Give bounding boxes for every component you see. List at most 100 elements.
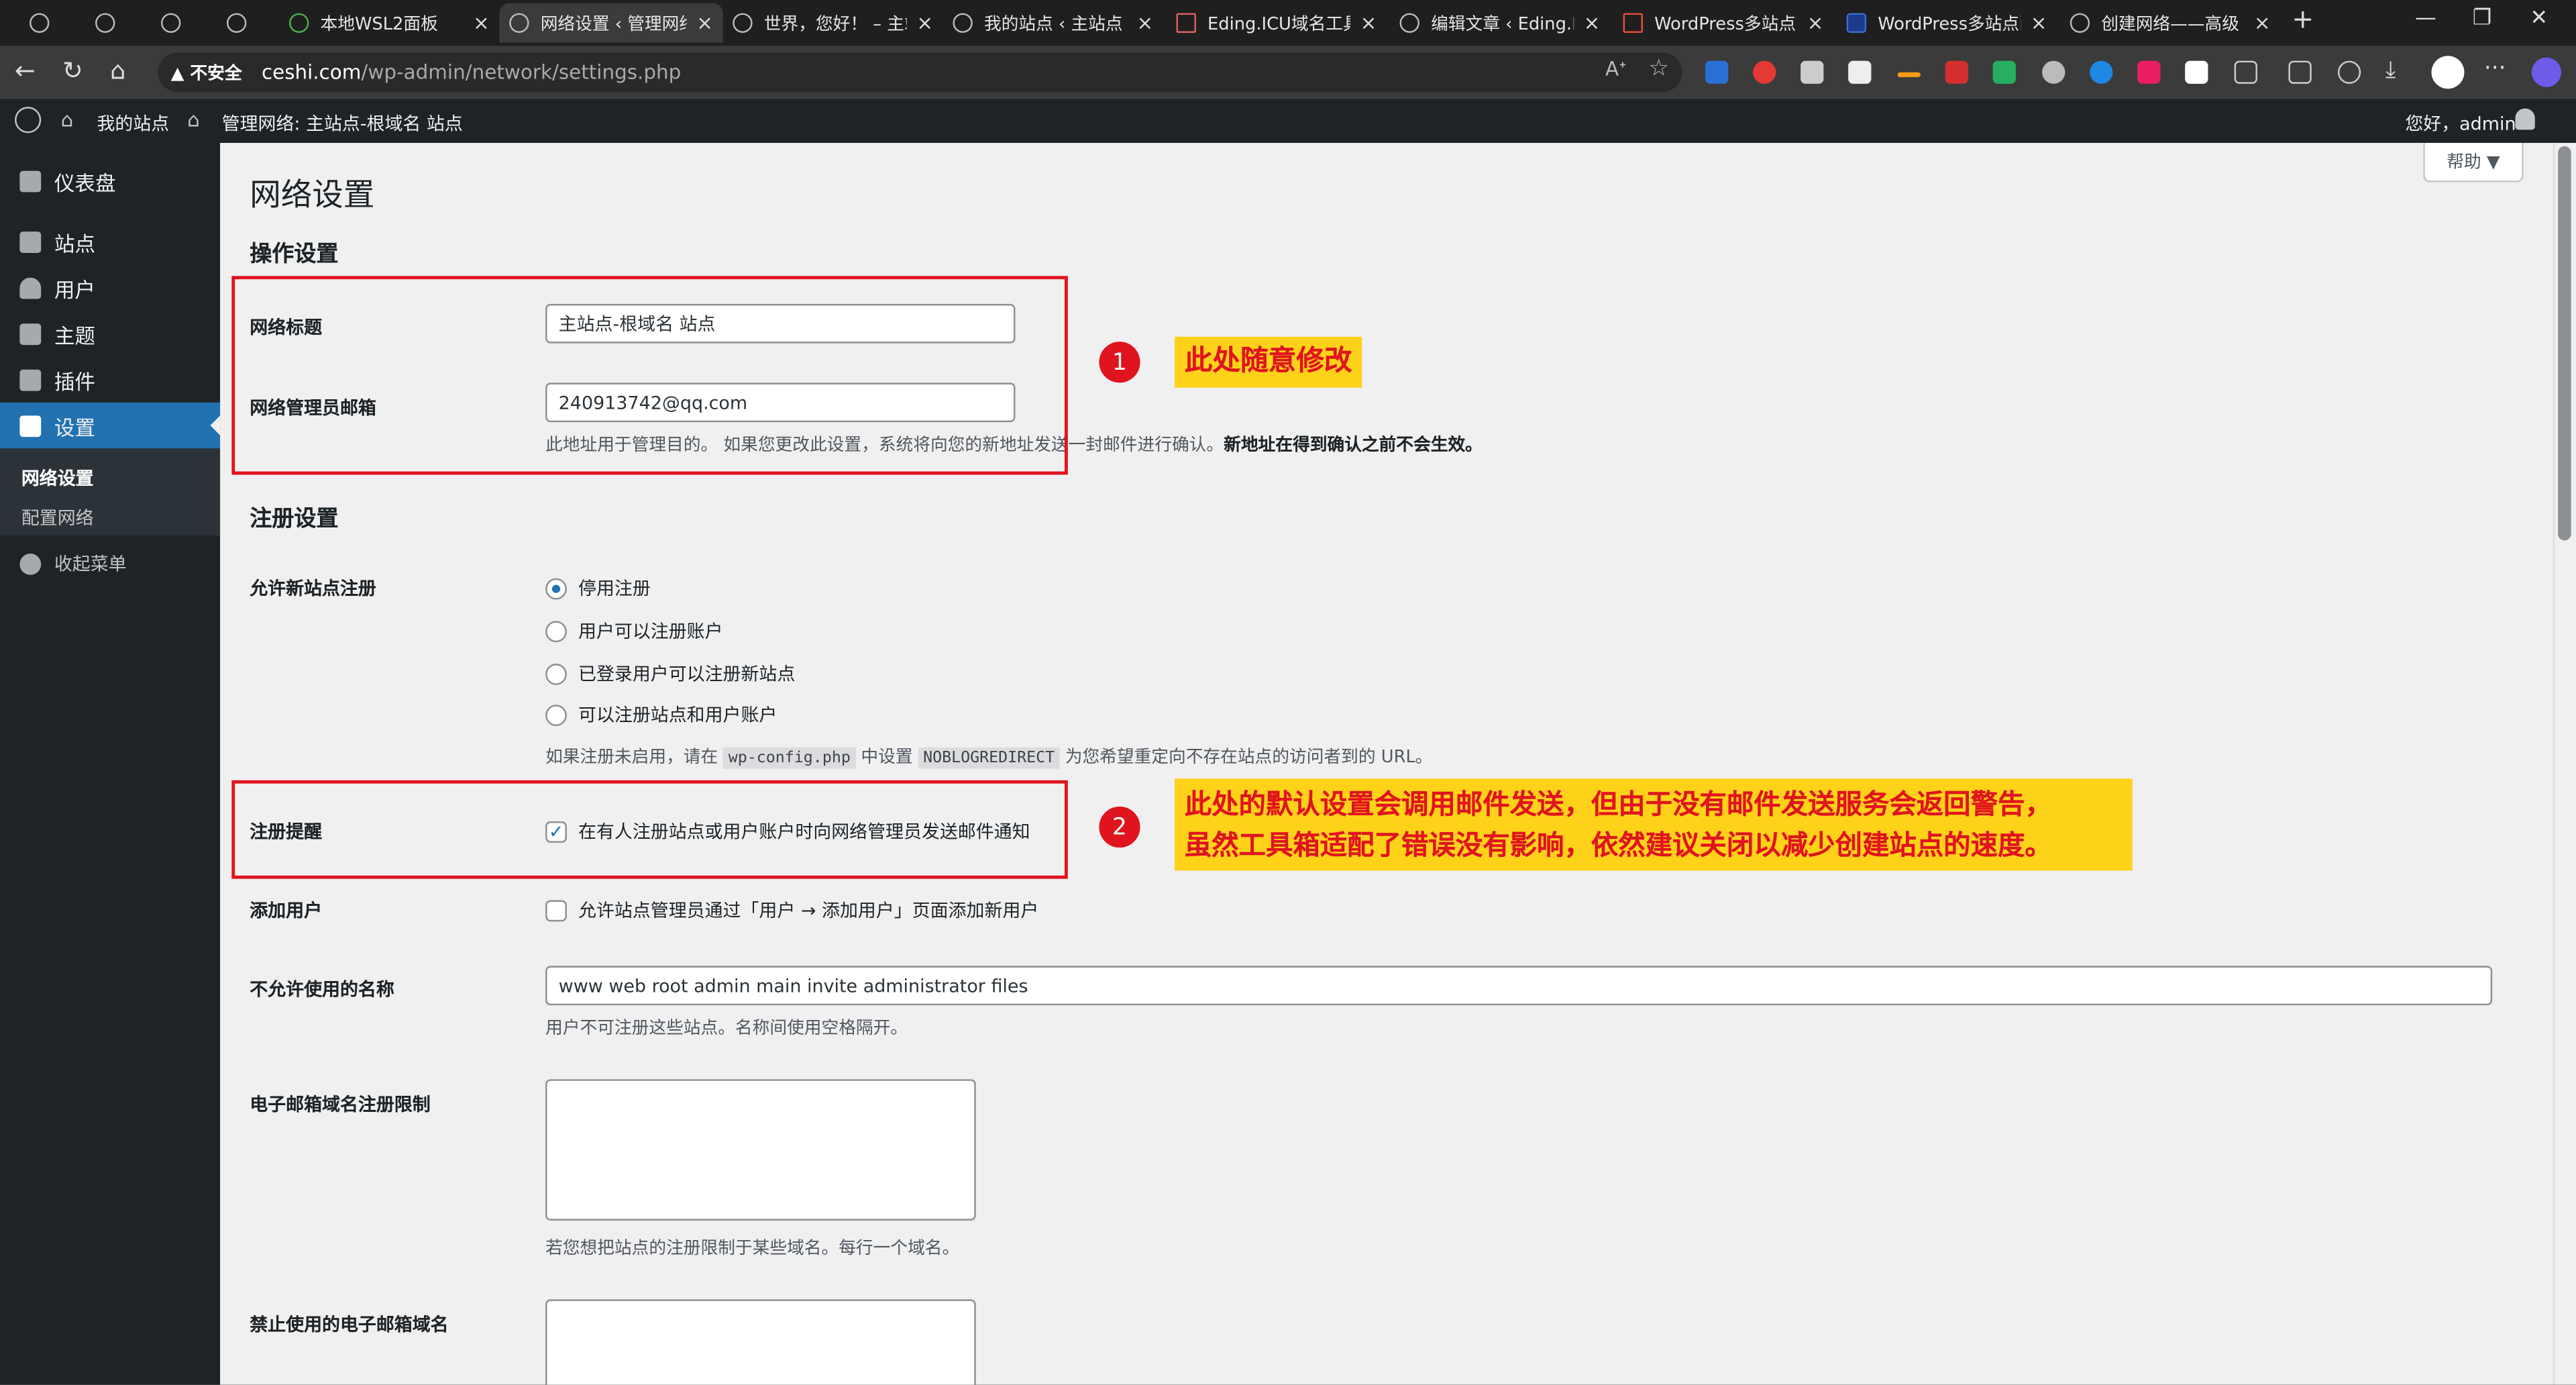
back-button[interactable]: ← <box>15 56 36 85</box>
minimize-button[interactable]: — <box>2415 7 2436 32</box>
network-admin-link[interactable]: 管理网络: 主站点-根域名 站点 <box>222 110 463 136</box>
new-tab-button[interactable]: + <box>2292 3 2314 35</box>
extension-icon[interactable] <box>2090 60 2113 84</box>
banned-email-textarea[interactable] <box>545 1299 976 1385</box>
downloads-icon[interactable]: ⤓ <box>2385 58 2396 84</box>
close-window-button[interactable]: ✕ <box>2530 7 2548 32</box>
tab-close-icon[interactable]: × <box>1807 11 1824 34</box>
annotation-note-2: 此处的默认设置会调用邮件发送，但由于没有邮件发送服务会返回警告， 虽然工具箱适配… <box>1175 778 2133 871</box>
extension-icon[interactable] <box>2185 60 2208 84</box>
collapse-menu-button[interactable]: 收起菜单 <box>0 540 220 586</box>
browser-tab[interactable]: WordPress多站点 × <box>1613 3 1833 43</box>
browser-tab[interactable] <box>151 3 210 43</box>
submenu-network-settings[interactable]: 网络设置 <box>21 465 94 491</box>
tab-title: 编辑文章 ‹ Eding.IC <box>1431 13 1574 34</box>
tab-close-icon[interactable]: × <box>916 11 933 34</box>
favorite-star-icon[interactable]: ☆ <box>1648 56 1669 82</box>
extension-icon[interactable] <box>2042 60 2065 84</box>
browser-tab[interactable]: 创建网络——高级 × <box>2060 3 2280 43</box>
address-bar[interactable]: ▲ 不安全 ceshi.com/wp-admin/network/setting… <box>158 52 1682 93</box>
url-host: ceshi.com <box>261 60 362 84</box>
browser-tab-active[interactable]: 网络设置 ‹ 管理网络 × <box>499 3 723 43</box>
browser-tab[interactable]: WordPress多站点配 × <box>1837 3 2057 43</box>
option-label: 允许站点管理员通过「用户 → 添加用户」页面添加新用户 <box>578 900 1039 922</box>
tab-close-icon[interactable]: × <box>696 11 713 34</box>
restore-button[interactable]: ❐ <box>2473 7 2492 32</box>
menu-label: 仪表盘 <box>54 170 116 195</box>
browser-tab[interactable] <box>217 3 276 43</box>
menu-dashboard[interactable]: 仪表盘 <box>0 158 220 204</box>
split-screen-icon[interactable] <box>2288 60 2312 84</box>
history-icon[interactable] <box>2337 60 2361 84</box>
menu-label: 收起菜单 <box>54 553 127 575</box>
copilot-icon[interactable] <box>2531 57 2561 87</box>
tab-close-icon[interactable]: × <box>1584 11 1601 34</box>
tab-close-icon[interactable]: × <box>1137 11 1154 34</box>
extension-icon[interactable] <box>1848 60 1872 84</box>
tab-close-icon[interactable]: × <box>2031 11 2047 34</box>
puzzle-extensions-icon[interactable] <box>2234 60 2257 84</box>
browser-tab[interactable]: 我的站点 ‹ 主站点 × <box>943 3 1163 43</box>
radio-button[interactable] <box>545 703 567 725</box>
user-greeting[interactable]: 您好，admin <box>2405 110 2516 136</box>
radio-button[interactable] <box>545 662 567 684</box>
radio-button[interactable] <box>545 620 567 642</box>
scrollbar-thumb[interactable] <box>2558 146 2571 541</box>
extension-icon[interactable] <box>1992 60 2016 84</box>
not-secure-label[interactable]: ▲ 不安全 <box>171 60 242 85</box>
menu-sites[interactable]: 站点 <box>0 219 220 265</box>
field-label: 允许新站点注册 <box>250 578 376 600</box>
tab-close-icon[interactable]: × <box>2254 11 2271 34</box>
submenu-network-setup[interactable]: 配置网络 <box>21 505 94 531</box>
user-avatar-icon[interactable] <box>2515 108 2535 130</box>
reload-button[interactable]: ↻ <box>62 56 83 85</box>
home-button[interactable]: ⌂ <box>110 56 125 85</box>
profile-avatar-icon[interactable] <box>2431 56 2465 89</box>
menu-plugins[interactable]: 插件 <box>0 356 220 403</box>
more-menu-icon[interactable]: ··· <box>2484 56 2506 82</box>
browser-tab[interactable]: 世界，您好！ – 主站 × <box>723 3 943 43</box>
section-heading: 操作设置 <box>250 241 339 268</box>
read-aloud-icon[interactable]: Aᐩ <box>1605 58 1627 81</box>
extension-icon[interactable] <box>2137 60 2161 84</box>
browser-tab[interactable]: Eding.ICU域名工具 × <box>1167 3 1387 43</box>
radio-option[interactable]: 用户可以注册账户 <box>545 617 723 644</box>
checkbox-option[interactable]: 允许站点管理员通过「用户 → 添加用户」页面添加新用户 <box>545 897 1038 923</box>
browser-tab[interactable] <box>85 3 144 43</box>
tab-title: 我的站点 ‹ 主站点 <box>983 13 1123 34</box>
windows-favicon-icon <box>1623 13 1643 33</box>
tab-close-icon[interactable]: × <box>473 11 490 34</box>
extension-icon[interactable] <box>1705 60 1729 84</box>
field-description: 如果注册未启用，请在 wp-config.php 中设置 NOBLOGREDIR… <box>545 744 1432 769</box>
menu-themes[interactable]: 主题 <box>0 311 220 357</box>
desc-text: 中设置 <box>861 747 913 768</box>
extension-icon[interactable] <box>1945 60 1968 84</box>
help-tab-button[interactable]: 帮助 ▼ <box>2423 142 2524 183</box>
radio-button[interactable] <box>545 577 567 599</box>
wordpress-favicon-icon <box>953 13 973 33</box>
desc-text: 如果注册未启用，请在 <box>545 747 718 768</box>
menu-label: 站点 <box>54 230 96 256</box>
add-user-checkbox[interactable] <box>545 899 567 921</box>
radio-option[interactable]: 可以注册站点和用户账户 <box>545 701 777 727</box>
browser-tab[interactable]: 本地WSL2面板 × <box>279 3 499 43</box>
my-sites-link[interactable]: 我的站点 <box>97 110 169 136</box>
tab-close-icon[interactable]: × <box>1360 11 1377 34</box>
option-label: 已登录用户可以注册新站点 <box>578 663 796 685</box>
extension-icon[interactable] <box>1753 60 1776 84</box>
browser-tab[interactable] <box>19 3 78 43</box>
extension-icon[interactable] <box>1801 60 1824 84</box>
extension-icon[interactable] <box>1897 72 1921 78</box>
radio-option[interactable]: 已登录用户可以注册新站点 <box>545 660 795 686</box>
radio-option[interactable]: 停用注册 <box>545 575 651 601</box>
tab-favicon-icon <box>95 13 115 33</box>
menu-users[interactable]: 用户 <box>0 264 220 311</box>
email-limit-textarea[interactable] <box>545 1079 976 1221</box>
page-scrollbar[interactable] <box>2553 142 2576 1385</box>
browser-tab[interactable]: 编辑文章 ‹ Eding.IC × <box>1390 3 1610 43</box>
banned-names-input[interactable]: www web root admin main invite administr… <box>545 966 2493 1006</box>
wordpress-logo-icon[interactable] <box>15 107 42 134</box>
annotation-box-1 <box>231 276 1068 475</box>
tab-title: 本地WSL2面板 <box>320 13 438 34</box>
menu-settings[interactable]: 设置 <box>0 402 221 449</box>
